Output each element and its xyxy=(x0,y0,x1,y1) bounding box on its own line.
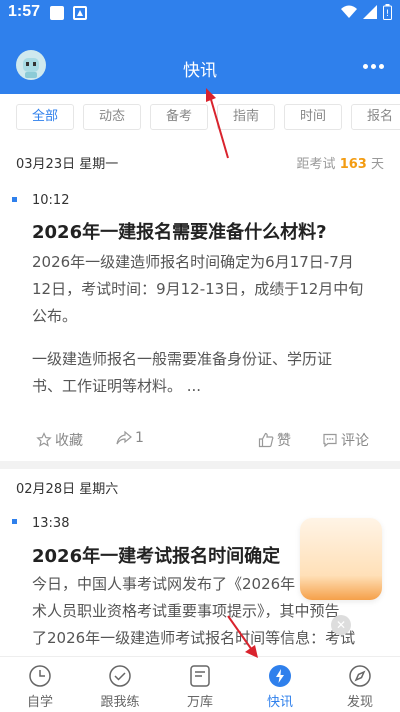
notification-icon xyxy=(50,6,64,20)
comment-icon xyxy=(323,433,337,448)
like-button[interactable]: 赞 xyxy=(258,430,291,450)
notification-app-icon xyxy=(73,6,87,20)
post-time: 10:12 xyxy=(32,193,70,208)
document-icon xyxy=(190,665,210,687)
close-icon[interactable]: ✕ xyxy=(331,615,351,635)
svg-text:!: ! xyxy=(386,9,390,19)
tab-self-study[interactable]: 自学 xyxy=(0,657,80,712)
tab-news-flash[interactable]: 快讯 xyxy=(240,657,320,712)
share-icon xyxy=(116,430,132,445)
tab-discover[interactable]: 发现 xyxy=(320,657,400,712)
countdown-days: 163 xyxy=(339,157,367,172)
check-circle-icon xyxy=(109,665,131,687)
compass-icon xyxy=(349,665,371,687)
post-body-paragraph[interactable]: 一级建造师报名一般需要准备身份证、学历证 书、工作证明等材料。 ... xyxy=(32,346,372,400)
post-title[interactable]: 2026年一建考试报名时间确定 xyxy=(32,542,280,568)
wifi-icon xyxy=(341,5,357,18)
filter-chip-news[interactable]: 动态 xyxy=(83,104,141,130)
page-title: 快讯 xyxy=(183,61,217,81)
bottom-tab-bar: 自学 跟我练 万库 快讯 发现 xyxy=(0,656,400,712)
status-bar: 1:57 ! xyxy=(0,0,400,26)
app-header: 快讯 xyxy=(0,26,400,94)
comment-button[interactable]: 评论 xyxy=(322,430,369,450)
thumbs-up-icon xyxy=(258,432,274,448)
tab-practice[interactable]: 跟我练 xyxy=(80,657,160,712)
post-time: 13:38 xyxy=(32,516,70,531)
filter-chip-all[interactable]: 全部 xyxy=(16,104,74,130)
section-divider xyxy=(0,461,400,469)
lightning-icon xyxy=(269,665,291,687)
status-time: 1:57 xyxy=(8,3,41,20)
post-date: 02月28日 星期六 xyxy=(16,482,119,497)
more-options-icon[interactable] xyxy=(363,64,384,69)
floating-promo-card[interactable] xyxy=(300,518,382,600)
annotation-arrow-icon xyxy=(206,88,229,159)
post-body-paragraph[interactable]: 2026年一级建造师报名时间确定为6月17日-7月 12日，考试时间：9月12-… xyxy=(32,249,372,330)
timeline-dot xyxy=(12,519,17,524)
signal-icon xyxy=(363,5,377,19)
post-date: 03月23日 星期一 xyxy=(16,157,119,172)
battery-icon: ! xyxy=(383,4,392,20)
filter-chip-register[interactable]: 报名 xyxy=(351,104,400,130)
star-icon xyxy=(36,432,52,447)
post-title[interactable]: 2026年一建报名需要准备什么材料? xyxy=(32,218,327,244)
share-button[interactable]: 1 xyxy=(116,430,144,446)
timeline-dot xyxy=(12,197,17,202)
favorite-button[interactable]: 收藏 xyxy=(36,430,83,450)
filter-chip-time[interactable]: 时间 xyxy=(284,104,342,130)
annotation-arrow-icon xyxy=(227,615,258,658)
self-study-icon xyxy=(29,665,51,687)
tab-question-bank[interactable]: 万库 xyxy=(160,657,240,712)
exam-countdown: 距考试 163 天 xyxy=(296,157,384,172)
